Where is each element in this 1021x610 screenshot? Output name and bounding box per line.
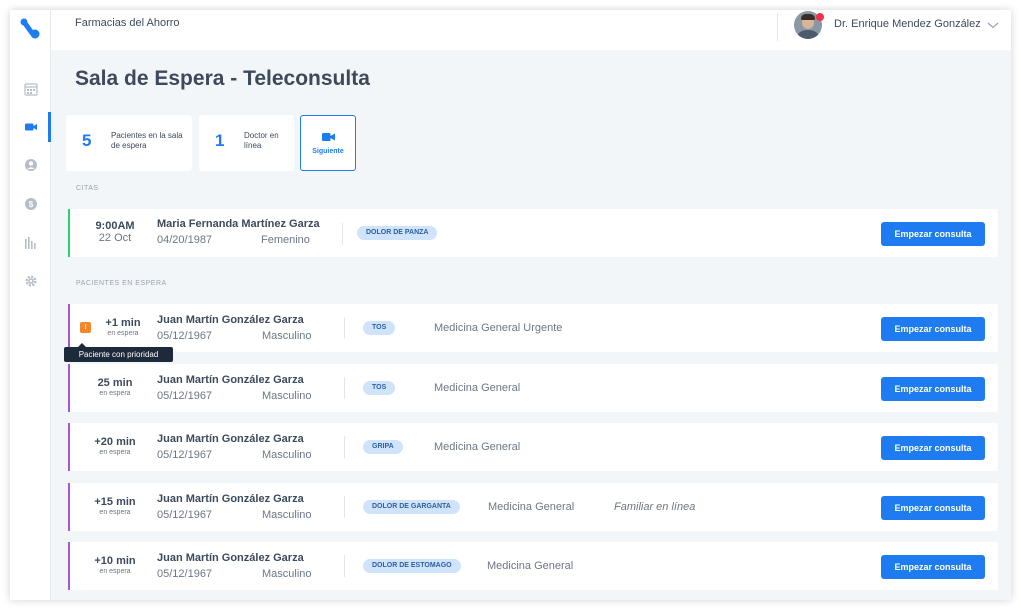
top-bar: Farmacias del Ahorro Dr. Enrique Mendez … — [51, 10, 1011, 50]
start-consultation-button[interactable]: Empezar consulta — [881, 317, 985, 341]
service-type: Medicina General — [487, 560, 574, 572]
sidebar-item-profile[interactable] — [10, 154, 51, 176]
waiting-row: +15 min en espera Juan Martín González G… — [68, 483, 998, 531]
bar-chart-icon — [24, 237, 36, 249]
patient-dob: 05/12/1967 — [157, 330, 213, 342]
header-divider — [777, 13, 778, 41]
appointment-row: 9:00AM 22 Oct Maria Fernanda Martínez Ga… — [68, 209, 998, 257]
patient-dob: 05/12/1967 — [157, 568, 213, 580]
start-consultation-button[interactable]: Empezar consulta — [881, 222, 985, 246]
sidebar-item-payments[interactable]: $ — [10, 193, 51, 215]
page-title: Sala de Espera - Teleconsulta — [75, 67, 370, 90]
start-consultation-button[interactable]: Empezar consulta — [881, 436, 985, 460]
sidebar: $ — [10, 10, 51, 600]
user-name[interactable]: Dr. Enrique Mendez González — [834, 18, 981, 30]
wait-time: +15 min — [94, 496, 136, 508]
patient-dob: 04/20/1987 — [157, 234, 213, 246]
waiting-row: 25 min en espera Juan Martín González Ga… — [68, 364, 998, 412]
start-consultation-button[interactable]: Empezar consulta — [881, 555, 985, 579]
priority-tooltip: Paciente con prioridad — [64, 343, 173, 362]
sidebar-item-reports[interactable] — [10, 232, 51, 254]
next-patient-label: Siguiente — [312, 148, 344, 155]
service-type: Medicina General — [434, 441, 521, 453]
waiting-row: +10 min en espera Juan Martín González G… — [68, 542, 998, 590]
service-type: Medicina General Urgente — [434, 322, 563, 334]
patient-name: Juan Martín González Garza — [157, 493, 304, 505]
appointments-section-title: CITAS — [76, 185, 99, 192]
start-consultation-button[interactable]: Empezar consulta — [881, 377, 985, 401]
appointment-time: 9:00AM — [95, 220, 135, 232]
patient-sex: Masculino — [262, 330, 312, 342]
svg-text:$: $ — [28, 200, 33, 209]
sidebar-item-calendar[interactable] — [10, 78, 51, 100]
video-camera-icon — [24, 123, 37, 131]
money-icon: $ — [24, 198, 37, 210]
symptom-tag: TOS — [363, 381, 396, 395]
patient-sex: Masculino — [262, 390, 312, 402]
notification-dot — [816, 13, 824, 21]
sidebar-active-indicator — [48, 112, 51, 142]
symptom-tag: DOLOR DE PANZA — [357, 226, 438, 240]
patient-sex: Masculino — [262, 449, 312, 461]
waiting-patients-count: 5 — [82, 131, 92, 150]
patient-dob: 05/12/1967 — [157, 449, 213, 461]
video-camera-icon — [322, 133, 335, 141]
waiting-row: ! +1 min en espera Juan Martín González … — [68, 304, 998, 352]
wait-time-label: en espera — [107, 330, 139, 337]
appointment-date: 22 Oct — [98, 232, 132, 244]
online-doctors-label: Doctor en línea — [244, 131, 279, 150]
wait-time-label: en espera — [99, 449, 131, 456]
patient-name: Juan Martín González Garza — [157, 314, 304, 326]
family-online-label: Familiar en línea — [614, 501, 696, 513]
wait-time: +20 min — [94, 436, 136, 448]
gear-icon — [25, 275, 36, 287]
wait-time: 25 min — [97, 377, 133, 389]
wait-time-label: en espera — [99, 568, 131, 575]
symptom-tag: DOLOR DE GARGANTA — [363, 500, 460, 514]
patient-dob: 05/12/1967 — [157, 509, 213, 521]
waiting-patients-label: Pacientes en la sala de espera — [111, 131, 183, 150]
wait-time: +1 min — [105, 317, 141, 329]
wait-time: +10 min — [94, 555, 136, 567]
wait-time-label: en espera — [99, 390, 131, 397]
patient-dob: 05/12/1967 — [157, 390, 213, 402]
user-circle-icon — [24, 159, 37, 171]
waiting-section-title: PACIENTES EN ESPERA — [76, 280, 167, 287]
symptom-tag: GRIPA — [363, 440, 403, 454]
calendar-icon — [23, 83, 38, 96]
online-doctors-card: 1 Doctor en línea — [199, 115, 294, 171]
online-doctors-count: 1 — [215, 131, 225, 150]
org-name: Farmacias del Ahorro — [75, 17, 180, 29]
app-window: $ Farmacias del Ahorro Dr. Enrique Mende… — [10, 10, 1011, 600]
service-type: Medicina General — [488, 501, 575, 513]
patient-sex: Femenino — [261, 234, 310, 246]
waiting-row: +20 min en espera Juan Martín González G… — [68, 423, 998, 471]
patient-name: Juan Martín González Garza — [157, 374, 304, 386]
sidebar-item-settings[interactable] — [10, 270, 51, 292]
waiting-patients-card: 5 Pacientes en la sala de espera — [66, 115, 192, 171]
sidebar-item-teleconsulta[interactable] — [10, 116, 51, 138]
patient-name: Maria Fernanda Martínez Garza — [157, 218, 320, 230]
priority-badge-icon[interactable]: ! — [80, 322, 91, 333]
patient-name: Juan Martín González Garza — [157, 433, 304, 445]
patient-name: Juan Martín González Garza — [157, 552, 304, 564]
patient-sex: Masculino — [262, 568, 312, 580]
chevron-down-icon[interactable] — [987, 20, 999, 30]
wait-time-label: en espera — [99, 509, 131, 516]
appointment-accent — [68, 209, 70, 257]
patient-sex: Masculino — [262, 509, 312, 521]
start-consultation-button[interactable]: Empezar consulta — [881, 496, 985, 520]
next-patient-button[interactable]: Siguiente — [300, 115, 356, 171]
service-type: Medicina General — [434, 382, 521, 394]
app-logo-icon[interactable] — [19, 17, 41, 39]
symptom-tag: DOLOR DE ESTOMAGO — [363, 559, 461, 573]
symptom-tag: TOS — [363, 321, 396, 335]
